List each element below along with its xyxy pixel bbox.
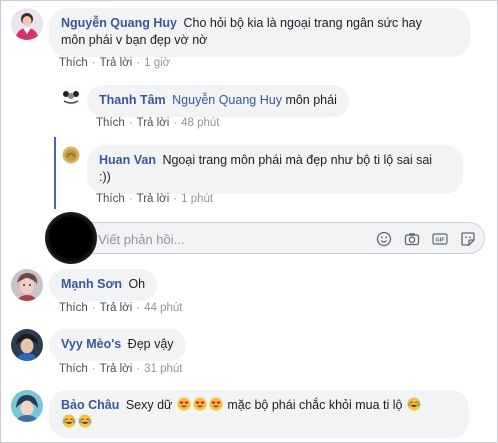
heart-eyes-emoji-icon xyxy=(177,397,191,411)
comment-actions: Thích · Trả lời · 44 phút xyxy=(59,302,183,314)
comment-text-line1: Ngoại trang môn phái mà đẹp như bộ ti lộ… xyxy=(162,153,433,167)
thread-highlight-bar xyxy=(54,137,56,209)
comment-time[interactable]: 48 phút xyxy=(181,117,219,129)
like-link[interactable]: Thích xyxy=(96,117,125,129)
avatar[interactable] xyxy=(61,85,81,105)
mention-link[interactable]: Nguyễn Quang Huy xyxy=(172,93,282,107)
reply-actions: Thích · Trả lời · 48 phút xyxy=(96,117,220,129)
reply-link[interactable]: Trả lời xyxy=(100,57,133,69)
comment-text-line2: môn phái v bạn đẹp vờ nờ xyxy=(61,33,208,47)
avatar[interactable] xyxy=(11,269,43,301)
comment-time[interactable]: 1 giờ xyxy=(144,57,170,69)
reply-composer[interactable]: GIF xyxy=(71,222,485,254)
reply-actions: Thích · Trả lời · 1 phút xyxy=(96,193,214,205)
comment-vyy-meos: Vyy Mèo's Đẹp vậy xyxy=(11,329,186,361)
redacted-avatar xyxy=(45,212,97,264)
comment-text-line1: Cho hỏi bộ kia là ngoại trang ngân sức h… xyxy=(183,16,422,30)
avatar[interactable] xyxy=(11,8,43,40)
like-link[interactable]: Thích xyxy=(59,302,88,314)
comment-bubble: Vyy Mèo's Đẹp vậy xyxy=(49,329,186,361)
laughing-tears-emoji-icon xyxy=(62,414,76,428)
reply-link[interactable]: Trả lời xyxy=(137,117,170,129)
emoji-icon[interactable] xyxy=(376,231,392,247)
avatar[interactable] xyxy=(11,390,43,422)
laughing-tears-emoji-icon xyxy=(78,414,92,428)
comment-text-before: Sexy dữ xyxy=(125,398,173,412)
camera-icon[interactable] xyxy=(404,231,420,247)
comment-author[interactable]: Mạnh Sơn xyxy=(61,277,122,291)
like-link[interactable]: Thích xyxy=(96,193,125,205)
gif-label: GIF xyxy=(435,238,445,244)
like-link[interactable]: Thích xyxy=(59,57,88,69)
comment-time[interactable]: 31 phút xyxy=(144,363,182,375)
comment-author[interactable]: Vyy Mèo's xyxy=(61,337,121,351)
laughing-tears-emoji-icon xyxy=(407,397,421,411)
reply-link[interactable]: Trả lời xyxy=(100,363,133,375)
sticker-icon[interactable] xyxy=(460,231,476,247)
comment-text: Đẹp vậy xyxy=(127,337,174,351)
reply-thanh-tam: Thanh Tâm Nguyễn Quang Huy môn phái xyxy=(61,85,349,117)
comment-bubble: Mạnh Sơn Oh xyxy=(49,269,158,301)
comment-time[interactable]: 1 phút xyxy=(181,193,213,205)
comment-time[interactable]: 44 phút xyxy=(144,302,182,314)
comment-bubble: Nguyễn Quang Huy Cho hỏi bộ kia là ngoại… xyxy=(49,8,470,57)
avatar[interactable] xyxy=(11,329,43,361)
comment-bubble: Huan Van Ngoại trang môn phái mà đẹp như… xyxy=(87,145,463,194)
comment-bubble: Thanh Tâm Nguyễn Quang Huy môn phái xyxy=(87,85,349,117)
comment-author[interactable]: Nguyễn Quang Huy xyxy=(61,16,177,30)
comment-manh-son: Mạnh Sơn Oh xyxy=(11,269,158,301)
reply-link[interactable]: Trả lời xyxy=(137,193,170,205)
gif-icon[interactable]: GIF xyxy=(432,231,448,247)
reply-link[interactable]: Trả lời xyxy=(100,302,133,314)
reply-huan-van: Huan Van Ngoại trang môn phái mà đẹp như… xyxy=(61,145,463,194)
comment-bao-chau: Bảo Châu Sexy dữ mặc bộ phái chắc khỏi m… xyxy=(11,390,469,438)
heart-eyes-emoji-icon xyxy=(193,397,207,411)
comment-author[interactable]: Huan Van xyxy=(99,153,156,167)
comment-text: Oh xyxy=(128,277,146,291)
like-link[interactable]: Thích xyxy=(59,363,88,375)
avatar[interactable] xyxy=(61,145,81,165)
comment-thread: Nguyễn Quang Huy Cho hỏi bộ kia là ngoại… xyxy=(0,0,498,443)
comment-author[interactable]: Thanh Tâm xyxy=(99,93,166,107)
comment-author[interactable]: Bảo Châu xyxy=(61,398,119,412)
comment-text-after: mặc bộ phái chắc khỏi mua ti lộ xyxy=(227,398,403,412)
reply-input[interactable] xyxy=(96,229,360,249)
comment-bubble: Bảo Châu Sexy dữ mặc bộ phái chắc khỏi m… xyxy=(49,390,469,438)
comment-actions: Thích · Trả lời · 1 giờ xyxy=(59,57,171,69)
comment-text: môn phái xyxy=(285,93,337,107)
comment-actions: Thích · Trả lời · 31 phút xyxy=(59,363,183,375)
heart-eyes-emoji-icon xyxy=(209,397,223,411)
comment-nguyen-quang-huy: Nguyễn Quang Huy Cho hỏi bộ kia là ngoại… xyxy=(11,8,470,57)
comment-text-line2: :)) xyxy=(99,170,111,184)
